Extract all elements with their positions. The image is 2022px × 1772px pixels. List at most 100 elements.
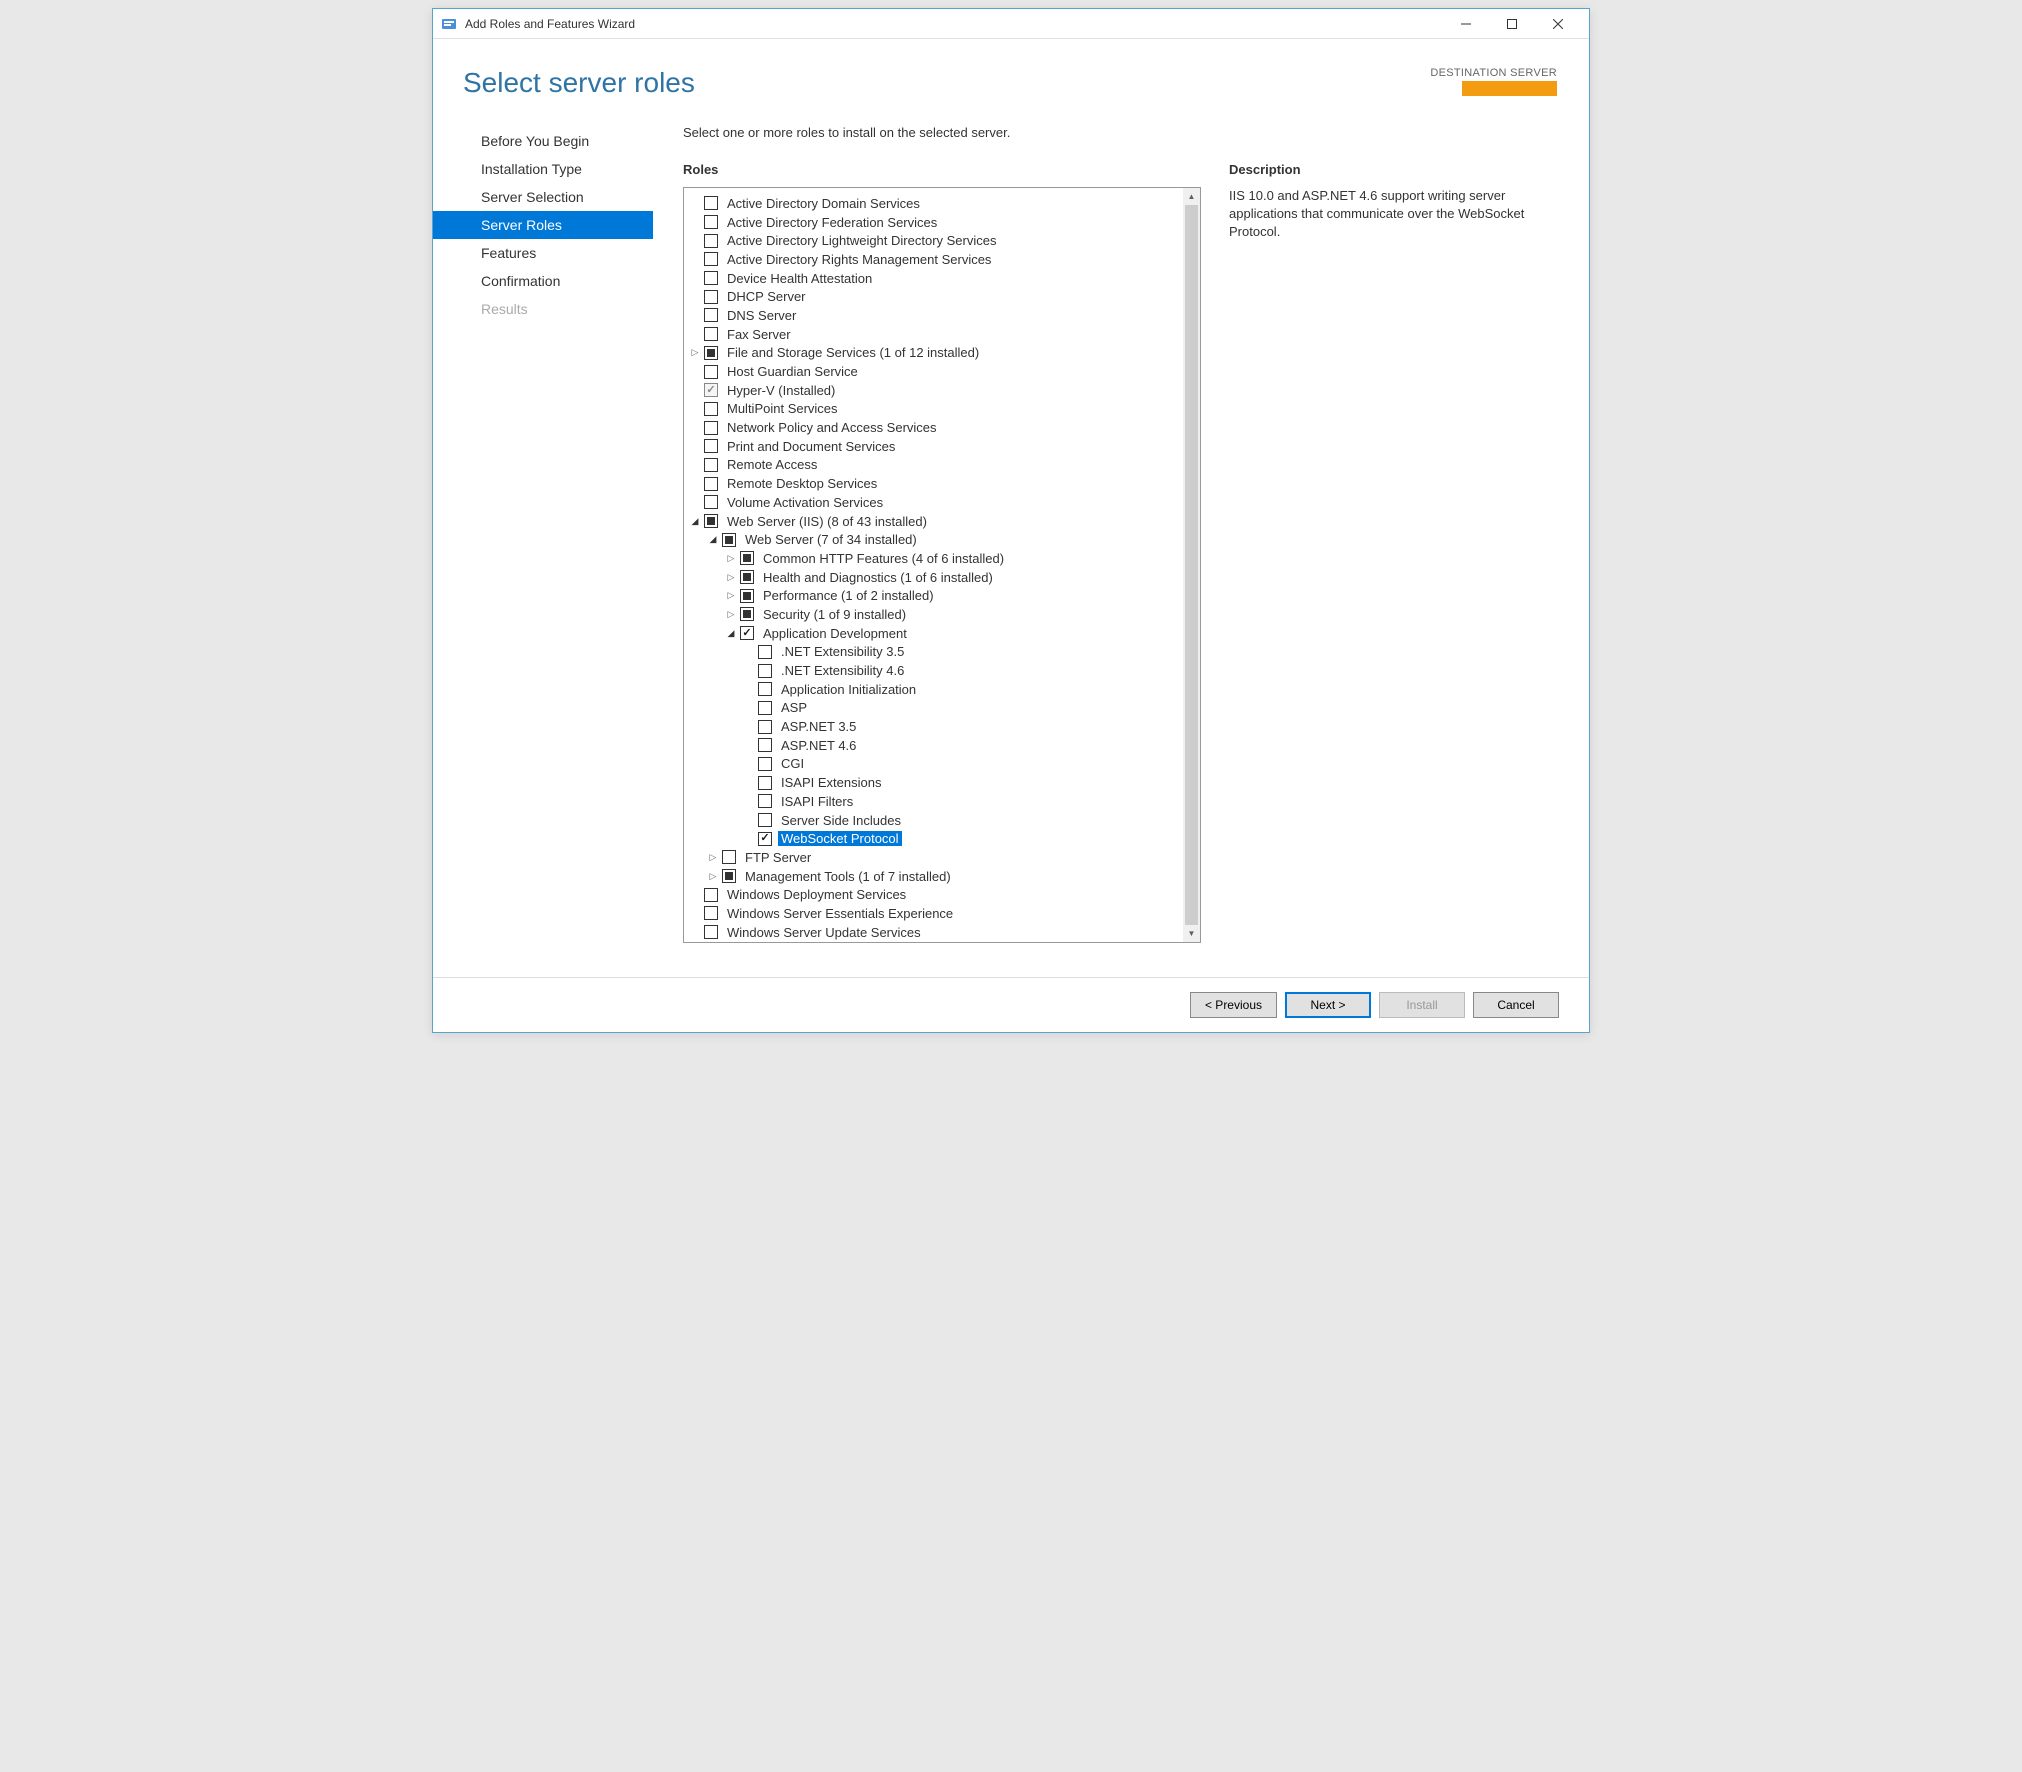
tree-item-label[interactable]: WebSocket Protocol	[778, 831, 902, 846]
tree-item-label[interactable]: ASP.NET 3.5	[778, 719, 859, 734]
tree-row[interactable]: Print and Document Services	[688, 437, 1180, 456]
tree-row[interactable]: Hyper-V (Installed)	[688, 381, 1180, 400]
tree-item-label[interactable]: Active Directory Rights Management Servi…	[724, 252, 994, 267]
tree-row[interactable]: Network Policy and Access Services	[688, 418, 1180, 437]
checkbox[interactable]	[740, 626, 754, 640]
checkbox[interactable]	[758, 757, 772, 771]
minimize-button[interactable]	[1443, 9, 1489, 39]
checkbox[interactable]	[722, 850, 736, 864]
tree-row[interactable]: MultiPoint Services	[688, 400, 1180, 419]
tree-row[interactable]: ▷Management Tools (1 of 7 installed)	[688, 867, 1180, 886]
tree-item-label[interactable]: Web Server (IIS) (8 of 43 installed)	[724, 514, 930, 529]
tree-row[interactable]: CGI	[688, 755, 1180, 774]
checkbox[interactable]	[740, 551, 754, 565]
tree-item-label[interactable]: DNS Server	[724, 308, 799, 323]
tree-item-label[interactable]: CGI	[778, 756, 807, 771]
checkbox[interactable]	[758, 832, 772, 846]
sidebar-item-server-roles[interactable]: Server Roles	[433, 211, 653, 239]
tree-row[interactable]: Windows Server Update Services	[688, 923, 1180, 940]
checkbox[interactable]	[758, 813, 772, 827]
previous-button[interactable]: < Previous	[1190, 992, 1277, 1018]
checkbox[interactable]	[758, 794, 772, 808]
tree-item-label[interactable]: File and Storage Services (1 of 12 insta…	[724, 345, 982, 360]
tree-row[interactable]: ASP.NET 3.5	[688, 717, 1180, 736]
tree-row[interactable]: ▷ FTP Server	[688, 848, 1180, 867]
tree-item-label[interactable]: Common HTTP Features (4 of 6 installed)	[760, 551, 1007, 566]
tree-item-label[interactable]: .NET Extensibility 3.5	[778, 644, 907, 659]
checkbox[interactable]	[704, 215, 718, 229]
scroll-down-icon[interactable]: ▼	[1183, 925, 1200, 942]
tree-item-label[interactable]: Windows Server Essentials Experience	[724, 906, 956, 921]
tree-row[interactable]: ▷Health and Diagnostics (1 of 6 installe…	[688, 568, 1180, 587]
tree-row[interactable]: Remote Access	[688, 456, 1180, 475]
checkbox[interactable]	[704, 234, 718, 248]
checkbox[interactable]	[704, 477, 718, 491]
checkbox[interactable]	[704, 421, 718, 435]
tree-item-label[interactable]: Remote Desktop Services	[724, 476, 880, 491]
tree-row[interactable]: Remote Desktop Services	[688, 474, 1180, 493]
collapse-icon[interactable]: ◢	[724, 626, 738, 640]
expand-icon[interactable]: ▷	[706, 850, 720, 864]
tree-row[interactable]: ASP	[688, 699, 1180, 718]
collapse-icon[interactable]: ◢	[706, 533, 720, 547]
tree-row[interactable]: ▷ Common HTTP Features (4 of 6 installed)	[688, 549, 1180, 568]
scrollbar-thumb[interactable]	[1185, 205, 1198, 925]
tree-item-label[interactable]: ISAPI Extensions	[778, 775, 884, 790]
tree-item-label[interactable]: ASP.NET 4.6	[778, 738, 859, 753]
checkbox[interactable]	[704, 365, 718, 379]
tree-item-label[interactable]: Host Guardian Service	[724, 364, 861, 379]
tree-row[interactable]: ASP.NET 4.6	[688, 736, 1180, 755]
expand-icon[interactable]: ▷	[724, 607, 738, 621]
checkbox[interactable]	[704, 458, 718, 472]
checkbox[interactable]	[704, 290, 718, 304]
tree-row[interactable]: Windows Deployment Services	[688, 885, 1180, 904]
tree-row[interactable]: ISAPI Filters	[688, 792, 1180, 811]
tree-item-label[interactable]: Volume Activation Services	[724, 495, 886, 510]
expand-icon[interactable]: ▷	[724, 551, 738, 565]
tree-item-label[interactable]: Network Policy and Access Services	[724, 420, 940, 435]
tree-item-label[interactable]: ISAPI Filters	[778, 794, 856, 809]
checkbox[interactable]	[704, 196, 718, 210]
tree-item-label[interactable]: Device Health Attestation	[724, 271, 875, 286]
tree-row[interactable]: DHCP Server	[688, 287, 1180, 306]
tree-row[interactable]: Active Directory Domain Services	[688, 194, 1180, 213]
tree-row[interactable]: ▷File and Storage Services (1 of 12 inst…	[688, 344, 1180, 363]
sidebar-item-before-you-begin[interactable]: Before You Begin	[433, 127, 653, 155]
maximize-button[interactable]	[1489, 9, 1535, 39]
cancel-button[interactable]: Cancel	[1473, 992, 1559, 1018]
tree-item-label[interactable]: Remote Access	[724, 457, 820, 472]
tree-row[interactable]: Windows Server Essentials Experience	[688, 904, 1180, 923]
checkbox[interactable]	[704, 402, 718, 416]
tree-item-label[interactable]: FTP Server	[742, 850, 814, 865]
checkbox[interactable]	[758, 701, 772, 715]
tree-row[interactable]: ISAPI Extensions	[688, 773, 1180, 792]
next-button[interactable]: Next >	[1285, 992, 1371, 1018]
tree-item-label[interactable]: Application Development	[760, 626, 910, 641]
tree-row[interactable]: Server Side Includes	[688, 811, 1180, 830]
roles-tree[interactable]: Active Directory Domain ServicesActive D…	[686, 190, 1182, 940]
checkbox[interactable]	[704, 439, 718, 453]
checkbox[interactable]	[704, 888, 718, 902]
tree-item-label[interactable]: Windows Server Update Services	[724, 925, 924, 940]
tree-row[interactable]: Active Directory Rights Management Servi…	[688, 250, 1180, 269]
tree-row[interactable]: Fax Server	[688, 325, 1180, 344]
tree-row[interactable]: ▷Performance (1 of 2 installed)	[688, 586, 1180, 605]
tree-item-label[interactable]: Application Initialization	[778, 682, 919, 697]
tree-row[interactable]: Active Directory Lightweight Directory S…	[688, 231, 1180, 250]
checkbox[interactable]	[704, 906, 718, 920]
tree-item-label[interactable]: MultiPoint Services	[724, 401, 841, 416]
checkbox[interactable]	[758, 664, 772, 678]
tree-row[interactable]: Host Guardian Service	[688, 362, 1180, 381]
sidebar-item-features[interactable]: Features	[433, 239, 653, 267]
tree-item-label[interactable]: Fax Server	[724, 327, 794, 342]
tree-row[interactable]: Active Directory Federation Services	[688, 213, 1180, 232]
tree-row[interactable]: Volume Activation Services	[688, 493, 1180, 512]
checkbox[interactable]	[758, 720, 772, 734]
checkbox[interactable]	[704, 327, 718, 341]
tree-row[interactable]: .NET Extensibility 3.5	[688, 643, 1180, 662]
tree-item-label[interactable]: Web Server (7 of 34 installed)	[742, 532, 920, 547]
tree-row[interactable]: Application Initialization	[688, 680, 1180, 699]
tree-item-label[interactable]: .NET Extensibility 4.6	[778, 663, 907, 678]
tree-item-label[interactable]: Hyper-V (Installed)	[724, 383, 838, 398]
tree-row[interactable]: ◢ Application Development	[688, 624, 1180, 643]
